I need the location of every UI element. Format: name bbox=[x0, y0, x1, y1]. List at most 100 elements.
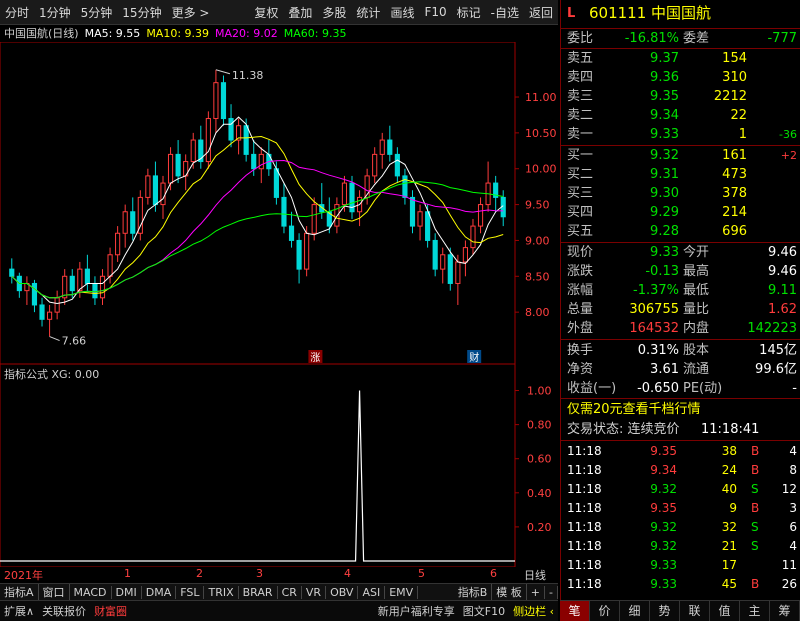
toolbar-15min[interactable]: 15分钟 bbox=[117, 4, 166, 21]
indicator-tab[interactable]: VR bbox=[302, 585, 327, 599]
bottom-tab-right[interactable]: 新用户福利专享 bbox=[374, 603, 459, 619]
tick-count: 11 bbox=[781, 558, 797, 572]
candle-body bbox=[417, 211, 423, 227]
bid-label: 买四 bbox=[567, 205, 594, 220]
ask-volume: 1 bbox=[738, 127, 747, 142]
indicator-tab[interactable]: FSL bbox=[176, 585, 205, 599]
bid-row[interactable]: 买五 9.28 696 bbox=[561, 222, 800, 241]
bid-change: +2 bbox=[780, 149, 797, 162]
indicator-tab[interactable]: TRIX bbox=[204, 585, 239, 599]
tick-count: 26 bbox=[781, 577, 797, 591]
high-mark-label: 11.38 bbox=[232, 69, 264, 82]
tick-count: 6 bbox=[789, 520, 797, 534]
promo-text[interactable]: 仅需20元查看千档行情 bbox=[567, 400, 701, 419]
indicator-tab[interactable]: 指标A bbox=[0, 584, 39, 600]
ask-row[interactable]: 卖三 9.35 2212 bbox=[561, 87, 800, 106]
indicator-tab[interactable]: OBV bbox=[326, 585, 359, 599]
bid-price: 9.28 bbox=[650, 224, 679, 239]
bottom-tab-right[interactable]: 侧边栏 ‹ bbox=[509, 603, 558, 619]
tick-row: 11:18 9.32 40 S 12 bbox=[561, 480, 800, 499]
bid-row[interactable]: 买四 9.29 214 bbox=[561, 203, 800, 222]
kline-chart[interactable]: 11.00 10.50 10.00 9.50 9.00 8.50 8.00 11.38 7.66… bbox=[0, 42, 558, 364]
indicator-tab-right[interactable]: 模 板 bbox=[492, 584, 527, 600]
bid-row[interactable]: 买一 9.32 161 +2 bbox=[561, 146, 800, 165]
indicator-tab[interactable]: BRAR bbox=[239, 585, 278, 599]
candle-body bbox=[115, 232, 121, 256]
toolbar-huaxian[interactable]: 画线 bbox=[385, 4, 419, 21]
xg-signal-line bbox=[0, 390, 515, 562]
fin-value-left: -0.650 bbox=[637, 381, 679, 396]
right-tab[interactable]: 笔 bbox=[560, 601, 590, 621]
bottom-tab-right[interactable]: 图文F10 bbox=[459, 603, 509, 619]
quote-row: 外盘 164532 内盘 142223 bbox=[561, 319, 800, 338]
promo-row[interactable]: 仅需20元查看千档行情 bbox=[561, 400, 800, 419]
ask-row[interactable]: 卖四 9.36 310 bbox=[561, 68, 800, 87]
ask-row[interactable]: 卖一 9.33 1 -36 bbox=[561, 125, 800, 144]
bottom-tab[interactable]: 财富圈 bbox=[90, 603, 131, 619]
quote-label-right: 最低 bbox=[683, 283, 710, 298]
tick-price: 9.35 bbox=[650, 444, 677, 458]
candle-body bbox=[39, 304, 45, 320]
low-mark-line bbox=[49, 336, 60, 341]
toolbar-duogu[interactable]: 多股 bbox=[317, 4, 351, 21]
toolbar-tongji[interactable]: 统计 bbox=[351, 4, 385, 21]
trade-time: 11:18:41 bbox=[701, 422, 760, 437]
tick-row: 11:18 9.33 45 B 26 bbox=[561, 575, 800, 594]
badge-cai[interactable]: 财 bbox=[469, 351, 479, 364]
right-tab[interactable]: 细 bbox=[620, 601, 650, 621]
right-tab[interactable]: 主 bbox=[740, 601, 770, 621]
indicator-tab[interactable]: ASI bbox=[358, 585, 386, 599]
bottom-tab[interactable]: 扩展∧ bbox=[0, 603, 38, 619]
candle-body bbox=[273, 168, 279, 198]
toolbar-diejia[interactable]: 叠加 bbox=[283, 4, 317, 21]
tick-count: 3 bbox=[789, 501, 797, 515]
toolbar-more[interactable]: 更多 > bbox=[167, 4, 215, 21]
ma20-label: MA20: 9.02 bbox=[215, 26, 278, 40]
indicator-tab[interactable]: DMA bbox=[142, 585, 177, 599]
bid-row[interactable]: 买二 9.31 473 bbox=[561, 165, 800, 184]
indicator-chart[interactable]: 1.00 0.80 0.60 0.40 0.20 bbox=[0, 364, 558, 567]
toolbar-1min[interactable]: 1分钟 bbox=[34, 4, 76, 21]
indicator-tab-right[interactable]: 指标B bbox=[454, 584, 493, 600]
toolbar-f10[interactable]: F10 bbox=[419, 5, 451, 19]
indicator-tab-right[interactable]: + bbox=[527, 585, 546, 599]
bid-row[interactable]: 买三 9.30 378 bbox=[561, 184, 800, 203]
ask-row[interactable]: 卖五 9.37 154 bbox=[561, 49, 800, 68]
fin-value-right: 99.6亿 bbox=[755, 362, 797, 377]
candle-body bbox=[213, 82, 219, 120]
quote-value-right: 9.46 bbox=[768, 245, 797, 260]
indicator-tab[interactable]: MACD bbox=[70, 585, 112, 599]
tick-volume: 9 bbox=[729, 501, 737, 515]
candle-body bbox=[372, 153, 378, 177]
toolbar-biaoji[interactable]: 标记 bbox=[452, 4, 486, 21]
toolbar-back[interactable]: 返回 bbox=[524, 4, 558, 21]
right-tab[interactable]: 势 bbox=[650, 601, 680, 621]
indicator-tab[interactable]: EMV bbox=[385, 585, 419, 599]
bottom-tab[interactable]: 关联报价 bbox=[38, 603, 90, 619]
toolbar-fenshi[interactable]: 分时 bbox=[0, 4, 34, 21]
tick-count: 12 bbox=[781, 482, 797, 496]
indicator-tab-right[interactable]: - bbox=[545, 585, 558, 599]
tick-volume: 40 bbox=[721, 482, 737, 496]
fin-row: 净资 3.61 流通 99.6亿 bbox=[561, 360, 800, 379]
badge-zhang[interactable]: 涨 bbox=[310, 352, 320, 364]
bid-volume: 473 bbox=[722, 167, 747, 182]
candle-body bbox=[175, 153, 181, 177]
indicator-tab[interactable]: CR bbox=[278, 585, 302, 599]
right-tab[interactable]: 联 bbox=[680, 601, 710, 621]
quote-label-right: 内盘 bbox=[683, 321, 710, 336]
indicator-tab[interactable]: 窗口 bbox=[39, 584, 70, 600]
toolbar-zixuan[interactable]: -自选 bbox=[486, 4, 524, 21]
toolbar-5min[interactable]: 5分钟 bbox=[76, 4, 118, 21]
quote-value-right: 142223 bbox=[747, 321, 797, 336]
weibi-label: 委比 bbox=[567, 31, 594, 46]
tick-price: 9.33 bbox=[650, 577, 677, 591]
right-tab[interactable]: 筹 bbox=[770, 601, 800, 621]
candle-body bbox=[228, 118, 234, 141]
toolbar-fuquan[interactable]: 复权 bbox=[249, 4, 283, 21]
indicator-tab[interactable]: DMI bbox=[112, 585, 142, 599]
right-tab[interactable]: 价 bbox=[590, 601, 620, 621]
y-tick-label: 11.00 bbox=[525, 91, 557, 104]
ask-row[interactable]: 卖二 9.34 22 bbox=[561, 106, 800, 125]
right-tab[interactable]: 值 bbox=[710, 601, 740, 621]
